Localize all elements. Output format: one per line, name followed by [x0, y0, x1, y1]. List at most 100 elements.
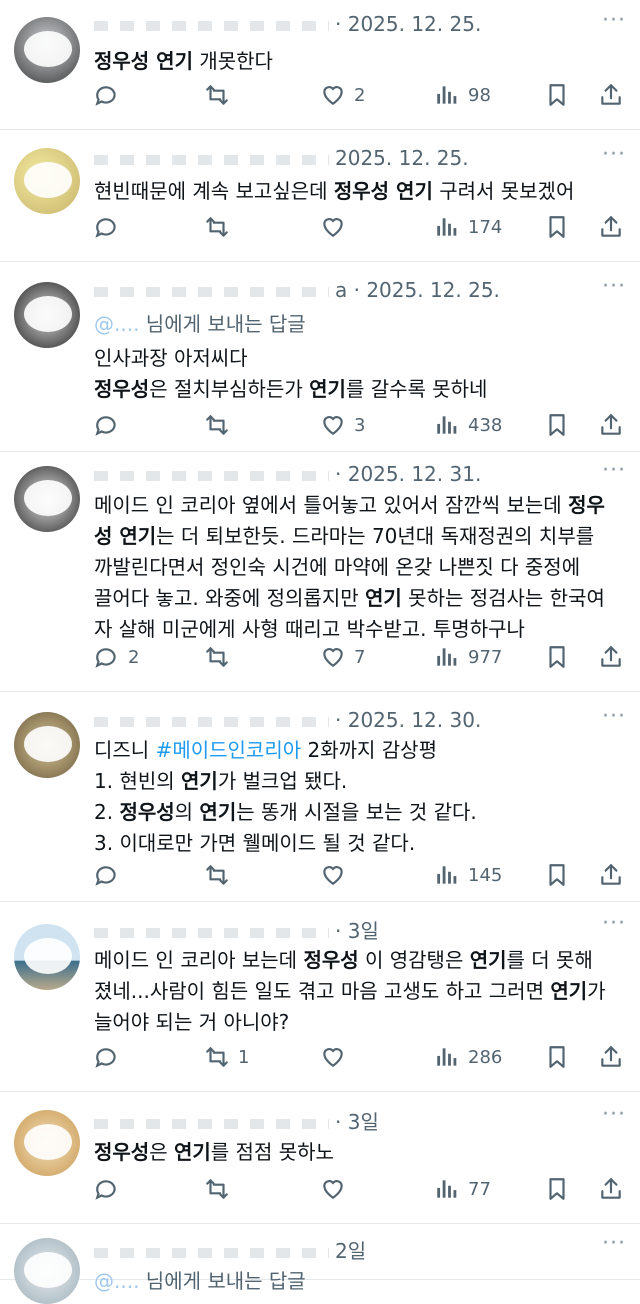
- avatar[interactable]: [14, 1110, 80, 1176]
- bookmark-button[interactable]: [544, 1042, 570, 1072]
- tweet[interactable]: · 3일 ··· 메이드 인 코리아 보는데 정우성 이 영감탱은 연기를 더 못해…: [0, 902, 640, 1092]
- tweet[interactable]: · 2025. 12. 30. ··· 디즈니 #메이드인코리아 2화까지 감상평 1…: [0, 692, 640, 902]
- like-button[interactable]: 3: [320, 410, 365, 440]
- more-icon[interactable]: ···: [602, 458, 626, 483]
- views-button[interactable]: 145: [434, 860, 502, 890]
- bookmark-button[interactable]: [544, 1174, 570, 1204]
- hashtag-link[interactable]: #메이드인코리아: [156, 738, 302, 762]
- like-button[interactable]: [320, 1174, 346, 1204]
- author-name-redacted[interactable]: [94, 20, 329, 31]
- views-icon: [434, 644, 460, 670]
- avatar-blur-mask: [24, 726, 72, 762]
- tweet[interactable]: · 2025. 12. 31. ··· 메이드 인 코리아 옆에서 틀어놓고 있어서…: [0, 452, 640, 692]
- reply-handle-link[interactable]: @....: [94, 312, 139, 336]
- tweet-timestamp[interactable]: · 2025. 12. 25.: [335, 12, 481, 36]
- share-button[interactable]: [598, 410, 624, 440]
- views-button[interactable]: 286: [434, 1042, 502, 1072]
- tweet[interactable]: · 3일 ··· 정우성은 연기를 점점 못하노 77: [0, 1092, 640, 1224]
- text-segment: 끌어다 놓고. 와중에 정의롭지만: [94, 586, 365, 610]
- avatar-blur-mask: [24, 31, 72, 67]
- tweet-text: 정우성 연기 개못한다: [94, 46, 624, 77]
- tweet[interactable]: · 2025. 12. 25. ··· 정우성 연기 개못한다 2 98: [0, 0, 640, 130]
- like-button[interactable]: [320, 1042, 346, 1072]
- share-button[interactable]: [598, 80, 624, 110]
- retweet-button[interactable]: [204, 80, 230, 110]
- retweet-button[interactable]: [204, 410, 230, 440]
- avatar[interactable]: [14, 1238, 80, 1304]
- tweet[interactable]: a · 2025. 12. 25. ··· @.... 님에게 보내는 답글 인사과장…: [0, 262, 640, 452]
- author-name-redacted[interactable]: [94, 1247, 329, 1258]
- more-icon[interactable]: ···: [602, 142, 626, 167]
- author-name-redacted[interactable]: [94, 716, 329, 727]
- retweet-button[interactable]: 1: [204, 1042, 249, 1072]
- retweet-button[interactable]: [204, 1174, 230, 1204]
- avatar[interactable]: [14, 712, 80, 778]
- more-icon[interactable]: ···: [602, 274, 626, 299]
- tweet-timestamp[interactable]: · 3일: [335, 1110, 379, 1134]
- bookmark-button[interactable]: [544, 80, 570, 110]
- share-button[interactable]: [598, 1174, 624, 1204]
- retweet-icon: [204, 1044, 230, 1070]
- bookmark-button[interactable]: [544, 642, 570, 672]
- share-button[interactable]: [598, 860, 624, 890]
- share-button[interactable]: [598, 642, 624, 672]
- avatar[interactable]: [14, 282, 80, 348]
- bookmark-button[interactable]: [544, 410, 570, 440]
- views-count: 77: [468, 1178, 491, 1200]
- views-button[interactable]: 77: [434, 1174, 491, 1204]
- avatar[interactable]: [14, 466, 80, 532]
- bookmark-icon: [544, 644, 570, 670]
- avatar-blur-mask: [24, 938, 72, 974]
- like-button[interactable]: 2: [320, 80, 365, 110]
- more-icon[interactable]: ···: [602, 1231, 626, 1256]
- text-segment: 은: [149, 1140, 174, 1164]
- like-button[interactable]: 7: [320, 642, 365, 672]
- tweet-text-line: 디즈니 #메이드인코리아 2화까지 감상평: [94, 735, 624, 766]
- more-icon[interactable]: ···: [602, 8, 626, 33]
- more-icon[interactable]: ···: [602, 704, 626, 729]
- avatar[interactable]: [14, 17, 80, 83]
- reply-button[interactable]: [94, 80, 120, 110]
- share-button[interactable]: [598, 1042, 624, 1072]
- more-icon[interactable]: ···: [602, 1102, 626, 1127]
- reply-button[interactable]: 2: [94, 642, 139, 672]
- author-name-redacted[interactable]: [94, 154, 329, 165]
- retweet-button[interactable]: [204, 642, 230, 672]
- bookmark-button[interactable]: [544, 212, 570, 242]
- reply-button[interactable]: [94, 212, 120, 242]
- views-button[interactable]: 98: [434, 80, 491, 110]
- tweet-timestamp[interactable]: a · 2025. 12. 25.: [335, 278, 500, 302]
- bookmark-icon: [544, 862, 570, 888]
- tweet[interactable]: 2025. 12. 25. ··· 현빈때문에 계속 보고싶은데 정우성 연기 구려…: [0, 130, 640, 262]
- like-button[interactable]: [320, 860, 346, 890]
- bookmark-button[interactable]: [544, 860, 570, 890]
- tweet-timestamp[interactable]: 2025. 12. 25.: [335, 146, 469, 170]
- views-button[interactable]: 174: [434, 212, 502, 242]
- views-button[interactable]: 438: [434, 410, 502, 440]
- tweet-text-line: 1. 현빈의 연기가 벌크업 됐다.: [94, 766, 624, 797]
- author-name-redacted[interactable]: [94, 286, 329, 297]
- reply-button[interactable]: [94, 860, 120, 890]
- tweet-timestamp[interactable]: · 2025. 12. 30.: [335, 708, 481, 732]
- author-name-redacted[interactable]: [94, 1118, 329, 1129]
- reply-button[interactable]: [94, 410, 120, 440]
- retweet-button[interactable]: [204, 860, 230, 890]
- author-name-redacted[interactable]: [94, 470, 329, 481]
- tweet[interactable]: 2일 ··· @.... 님에게 보내는 답글: [0, 1224, 640, 1304]
- more-icon[interactable]: ···: [602, 911, 626, 936]
- avatar[interactable]: [14, 148, 80, 214]
- author-name-redacted[interactable]: [94, 927, 329, 938]
- like-button[interactable]: [320, 212, 346, 242]
- reply-handle-link[interactable]: @....: [94, 1269, 139, 1293]
- share-button[interactable]: [598, 212, 624, 242]
- retweet-button[interactable]: [204, 212, 230, 242]
- avatar[interactable]: [14, 924, 80, 990]
- tweet-timestamp[interactable]: · 3일: [335, 919, 379, 943]
- tweet-timestamp[interactable]: · 2025. 12. 31.: [335, 462, 481, 486]
- tweet-text-line: 정우성 연기 개못한다: [94, 46, 624, 77]
- reply-button[interactable]: [94, 1042, 120, 1072]
- tweet-timestamp[interactable]: 2일: [335, 1239, 366, 1263]
- views-button[interactable]: 977: [434, 642, 502, 672]
- reply-context: @.... 님에게 보내는 답글: [94, 308, 306, 337]
- reply-button[interactable]: [94, 1174, 120, 1204]
